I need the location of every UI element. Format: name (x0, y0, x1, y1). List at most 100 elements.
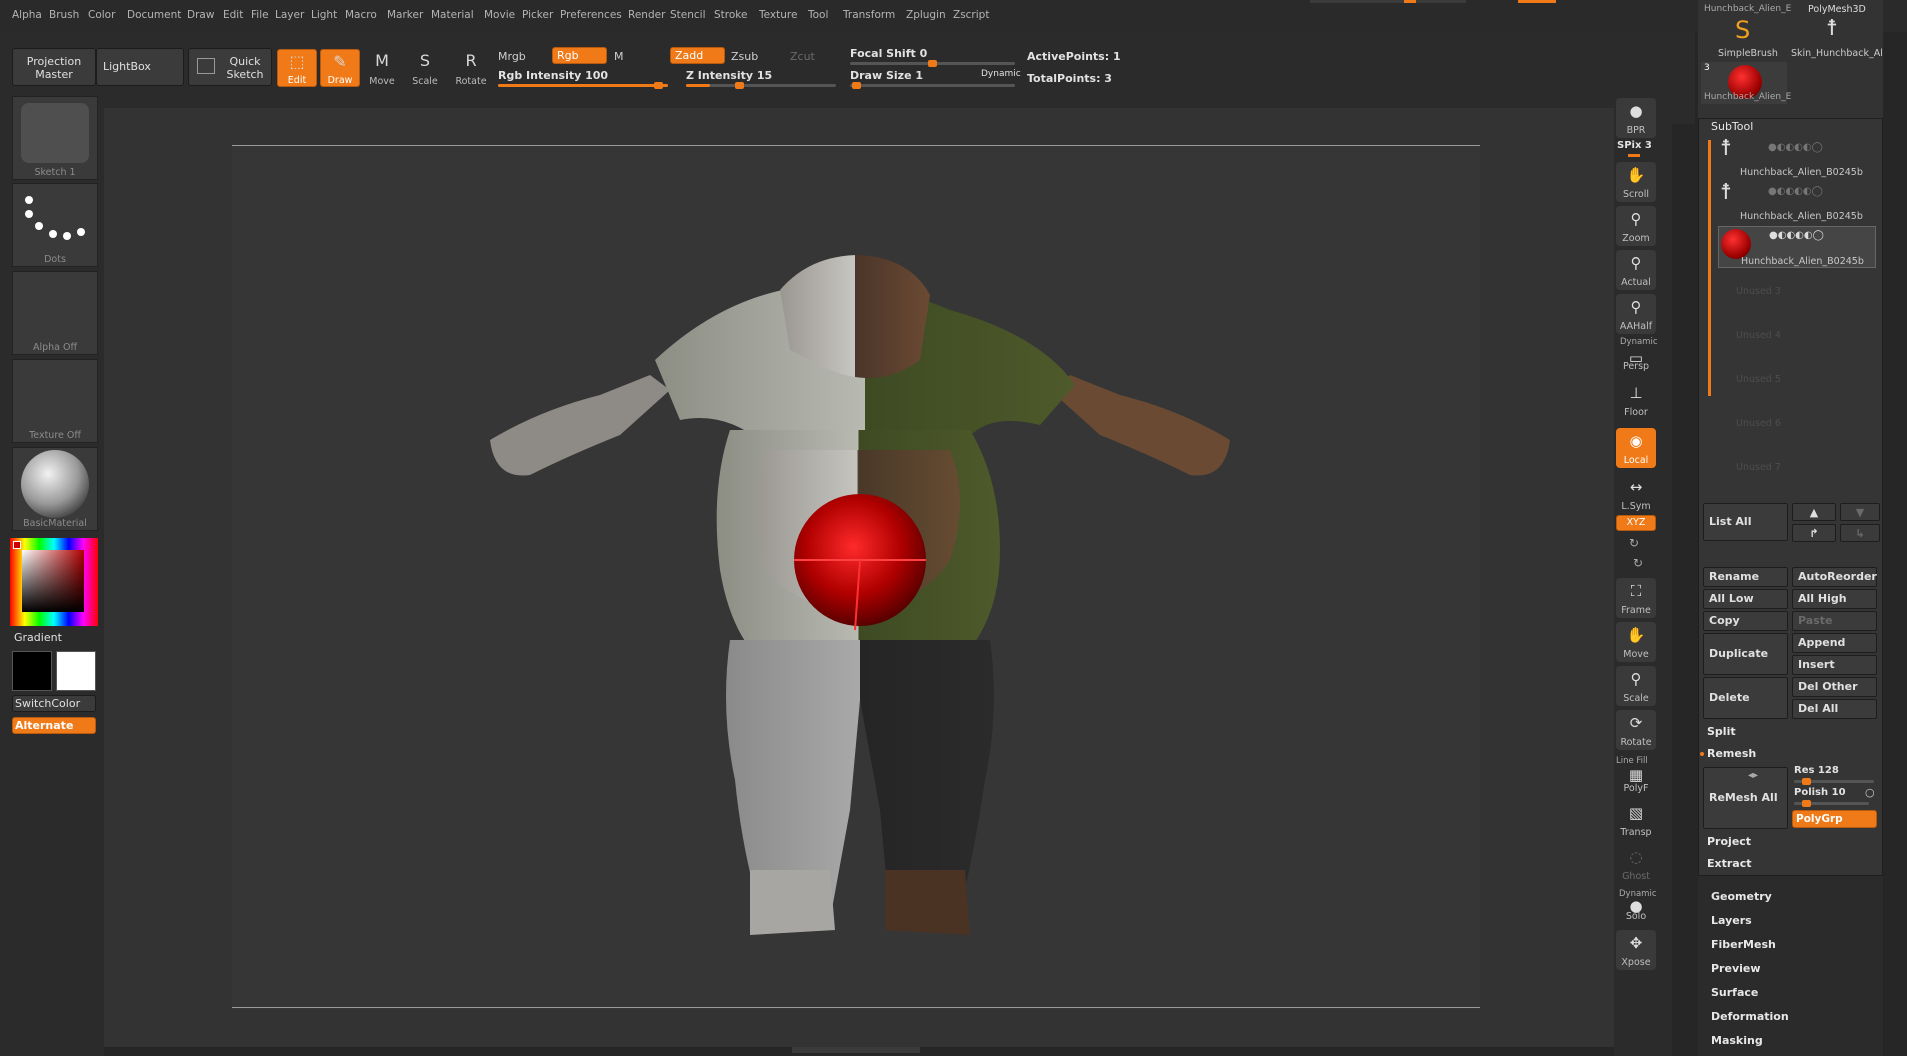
all-low-button[interactable]: All Low (1703, 589, 1788, 609)
res-knob[interactable] (1802, 778, 1811, 785)
menu-macro[interactable]: Macro (345, 9, 377, 21)
split-section[interactable]: Split (1707, 725, 1736, 738)
tool-thumb-label-1[interactable]: Hunchback_Alien_E (1704, 4, 1791, 14)
draw-size-slider[interactable] (850, 82, 1015, 89)
project-section[interactable]: Project (1707, 835, 1751, 848)
spix-slider[interactable]: SPix 3 (1617, 140, 1652, 151)
bottom-shelf-handle[interactable] (792, 1047, 920, 1053)
menu-transform[interactable]: Transform (843, 9, 895, 21)
zadd-button[interactable]: Zadd (670, 47, 725, 64)
rotate-z-icon[interactable]: ↻ (1633, 556, 1643, 570)
rgb-intensity-slider[interactable] (498, 82, 668, 89)
subtool-visibility-icon[interactable]: ●◐◐◐◐◯ (1768, 142, 1823, 153)
menu-tool[interactable]: Tool (808, 9, 828, 21)
fibermesh-section[interactable]: FiberMesh (1711, 938, 1776, 951)
menu-stroke[interactable]: Stroke (714, 9, 747, 21)
menu-color[interactable]: Color (88, 9, 115, 21)
material-thumbnail[interactable]: BasicMaterial (12, 447, 98, 531)
color-picker-square[interactable] (22, 550, 84, 612)
bpr-button[interactable]: ● BPR (1616, 98, 1656, 138)
xyz-button[interactable]: XYZ (1616, 515, 1656, 531)
focal-shift-slider[interactable] (850, 60, 1015, 67)
subtool-unused-6[interactable]: Unused 6 (1736, 418, 1781, 429)
autoreorder-button[interactable]: AutoReorder (1792, 567, 1877, 587)
subtool-row-1[interactable]: ☨ ●◐◐◐◐◯ Hunchback_Alien_B0245b (1718, 136, 1876, 178)
subtool-unused-5[interactable]: Unused 5 (1736, 374, 1781, 385)
delete-button[interactable]: Delete (1703, 677, 1788, 719)
menu-movie[interactable]: Movie (484, 9, 515, 21)
switchcolor-button[interactable]: SwitchColor (12, 695, 96, 712)
all-high-button[interactable]: All High (1792, 589, 1877, 609)
preview-section[interactable]: Preview (1711, 962, 1761, 975)
menu-picker[interactable]: Picker (522, 9, 553, 21)
scale-view-button[interactable]: ⚲ Scale (1616, 666, 1656, 706)
gradient-toggle[interactable]: Gradient (14, 631, 62, 644)
res-slider[interactable] (1794, 778, 1874, 785)
move-down-button[interactable]: ▼ (1840, 503, 1880, 521)
extract-section[interactable]: Extract (1707, 857, 1752, 870)
del-all-button[interactable]: Del All (1792, 699, 1877, 719)
rename-button[interactable]: Rename (1703, 567, 1788, 587)
mrgb-button[interactable]: Mrgb (498, 50, 526, 63)
menu-layer[interactable]: Layer (275, 9, 304, 21)
menu-zscript[interactable]: Zscript (953, 9, 989, 21)
menu-zplugin[interactable]: Zplugin (906, 9, 946, 21)
stroke-thumbnail[interactable]: Sketch 1 (12, 96, 98, 180)
menu-alpha[interactable]: Alpha (12, 9, 42, 21)
geometry-section[interactable]: Geometry (1711, 890, 1772, 903)
texture-thumbnail[interactable]: Texture Off (12, 359, 98, 443)
persp-button[interactable]: ▭ Persp (1616, 340, 1656, 374)
subtool-unused-3[interactable]: Unused 3 (1736, 286, 1781, 297)
alternate-button[interactable]: Alternate (12, 717, 96, 734)
spix-knob[interactable] (1628, 154, 1640, 157)
surface-section[interactable]: Surface (1711, 986, 1758, 999)
move-view-button[interactable]: ✋ Move (1616, 622, 1656, 662)
edit-button[interactable]: ⬚ Edit (277, 49, 317, 87)
zcut-button[interactable]: Zcut (790, 50, 815, 63)
local-button[interactable]: ◉ Local (1616, 428, 1656, 468)
polish-slider[interactable] (1794, 800, 1869, 807)
draw-size-knob[interactable] (852, 82, 861, 89)
insert-button[interactable]: Insert (1792, 655, 1877, 675)
secondary-color-swatch[interactable] (12, 651, 52, 691)
rotate-view-button[interactable]: ⟳ Rotate (1616, 710, 1656, 750)
lightbox-button[interactable]: LightBox (96, 48, 184, 86)
rgb-intensity-knob[interactable] (654, 82, 663, 89)
focal-shift-knob[interactable] (928, 60, 937, 67)
paste-button[interactable]: Paste (1792, 611, 1877, 631)
subtool-visibility-icon[interactable]: ●◐◐◐◐◯ (1769, 230, 1824, 241)
scroll-button[interactable]: ✋ Scroll (1616, 162, 1656, 202)
floor-button[interactable]: ⊥ Floor (1616, 380, 1656, 420)
append-button[interactable]: Append (1792, 633, 1877, 653)
list-all-button[interactable]: List All (1703, 503, 1788, 541)
menu-edit[interactable]: Edit (223, 9, 243, 21)
tool-thumb-label-2[interactable]: PolyMesh3D (1808, 4, 1866, 15)
subtool-row-3-selected[interactable]: ●◐◐◐◐◯ Hunchback_Alien_B0245b (1718, 226, 1876, 268)
move-button[interactable]: M Move (362, 49, 402, 87)
xpose-button[interactable]: ✥ Xpose (1616, 930, 1656, 970)
rgb-button[interactable]: Rgb (552, 47, 607, 64)
menu-brush[interactable]: Brush (49, 9, 79, 21)
subtool-scrollbar[interactable] (1708, 140, 1711, 396)
z-intensity-knob[interactable] (735, 82, 744, 89)
zsub-button[interactable]: Zsub (731, 50, 758, 63)
del-other-button[interactable]: Del Other (1792, 677, 1877, 697)
move-in-button[interactable]: ↳ (1840, 524, 1880, 542)
move-out-button[interactable]: ↱ (1792, 524, 1836, 542)
layers-section[interactable]: Layers (1711, 914, 1752, 927)
menu-draw[interactable]: Draw (187, 9, 214, 21)
menu-material[interactable]: Material (431, 9, 474, 21)
top-orange-button[interactable] (1518, 0, 1556, 3)
aahalf-button[interactable]: ⚲ AAHalf (1616, 294, 1656, 334)
frame-button[interactable]: ⛶ Frame (1616, 578, 1656, 618)
scale-button[interactable]: S Scale (405, 49, 445, 87)
menu-render[interactable]: Render (628, 9, 665, 21)
draw-button[interactable]: ✎ Draw (320, 49, 360, 87)
polygrp-button[interactable]: PolyGrp (1792, 810, 1877, 828)
transp-button[interactable]: ▧ Transp (1616, 800, 1656, 840)
menu-texture[interactable]: Texture (759, 9, 797, 21)
alpha-thumbnail[interactable]: Alpha Off (12, 271, 98, 355)
polish-circle-icon[interactable]: ○ (1865, 786, 1875, 799)
polyf-button[interactable]: ▦ PolyF (1616, 756, 1656, 796)
subtool-unused-4[interactable]: Unused 4 (1736, 330, 1781, 341)
